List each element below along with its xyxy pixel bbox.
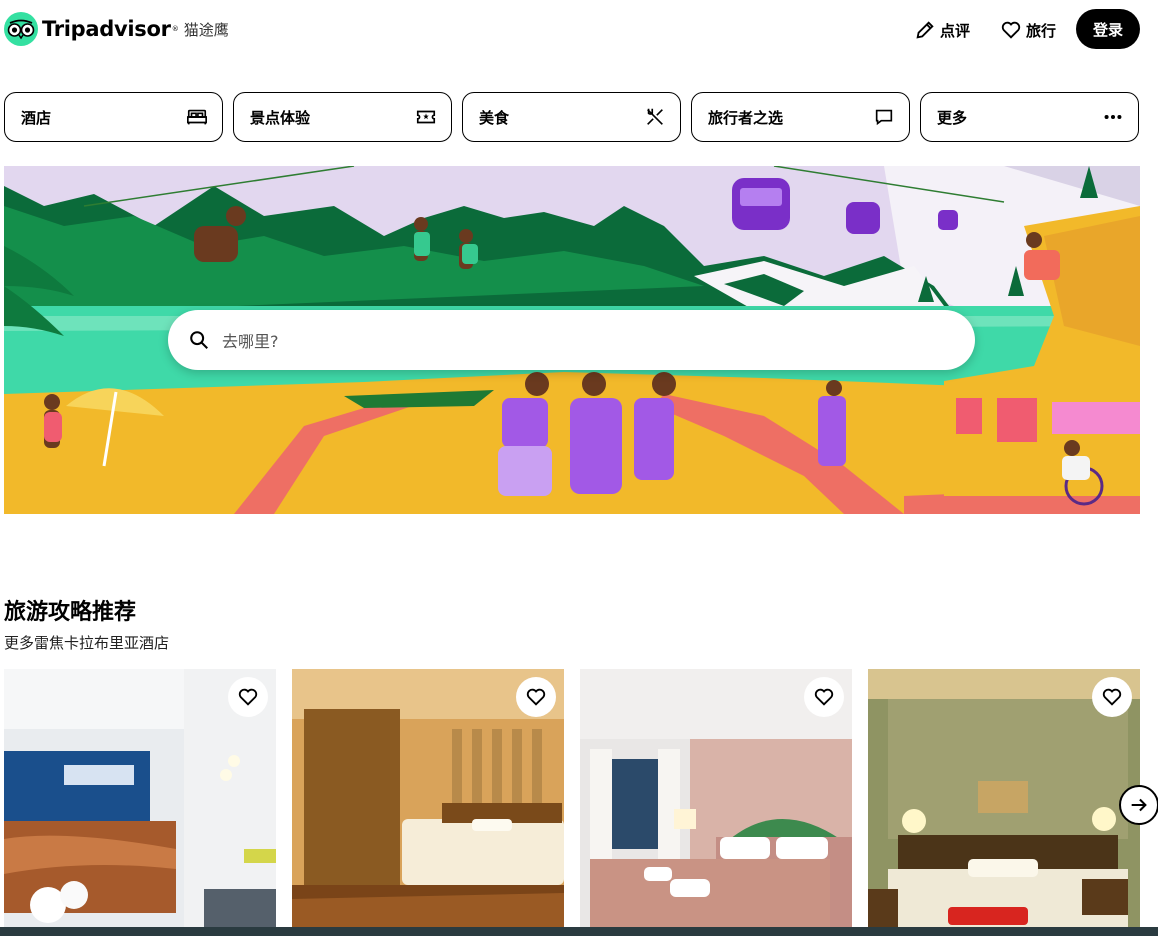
category-attractions-label: 景点体验 <box>250 108 311 127</box>
hero-banner: 去哪里? <box>4 166 1140 514</box>
hotel-card[interactable] <box>4 669 276 936</box>
section-title: 旅游攻略推荐 <box>4 600 137 625</box>
bed-icon <box>187 109 207 125</box>
category-restaurants-label: 美食 <box>479 108 510 127</box>
more-dots-icon <box>1104 114 1122 120</box>
hotel-card[interactable] <box>292 669 564 936</box>
trips-button[interactable]: 旅行 <box>1000 16 1056 44</box>
hotel-card[interactable] <box>580 669 852 936</box>
category-more[interactable]: 更多 <box>920 92 1139 142</box>
heart-icon <box>238 688 258 706</box>
arrow-right-icon <box>1131 798 1147 812</box>
heart-icon <box>526 688 546 706</box>
save-heart-button[interactable] <box>1092 677 1132 717</box>
category-hotels-label: 酒店 <box>21 108 52 127</box>
hotel-card[interactable] <box>868 669 1140 936</box>
heart-icon <box>814 688 834 706</box>
category-attractions[interactable]: 景点体验 <box>233 92 452 142</box>
trademark-mark: ® <box>171 25 179 33</box>
ticket-icon <box>416 110 436 124</box>
search-placeholder: 去哪里? <box>222 332 279 351</box>
carousel-next-button[interactable] <box>1119 785 1158 825</box>
heart-icon <box>1001 21 1021 39</box>
brand-name: Tripadvisor <box>42 17 171 41</box>
category-more-label: 更多 <box>937 108 968 127</box>
trips-label: 旅行 <box>1026 21 1057 40</box>
search-icon <box>190 331 208 349</box>
heart-icon <box>1102 688 1122 706</box>
section-subtitle[interactable]: 更多雷焦卡拉布里亚酒店 <box>4 632 169 653</box>
cutlery-icon <box>647 108 663 125</box>
owl-logo-icon <box>4 12 38 46</box>
bottom-bar <box>0 927 1158 936</box>
search-box[interactable]: 去哪里? <box>168 310 975 370</box>
category-travelers-choice-label: 旅行者之选 <box>708 108 784 127</box>
pencil-icon <box>916 21 934 39</box>
category-travelers-choice[interactable]: 旅行者之选 <box>691 92 910 142</box>
category-hotels[interactable]: 酒店 <box>4 92 223 142</box>
save-heart-button[interactable] <box>516 677 556 717</box>
brand-name-cn: 猫途鹰 <box>183 20 229 39</box>
tripadvisor-logo[interactable]: Tripadvisor ® 猫途鹰 <box>4 12 229 46</box>
save-heart-button[interactable] <box>228 677 268 717</box>
write-review-button[interactable]: 点评 <box>914 16 970 44</box>
speech-bubble-icon <box>875 109 893 126</box>
write-review-label: 点评 <box>940 21 971 40</box>
category-restaurants[interactable]: 美食 <box>462 92 681 142</box>
login-button[interactable]: 登录 <box>1076 9 1140 49</box>
header: Tripadvisor ® 猫途鹰 点评 旅行 登录 <box>0 0 1158 60</box>
save-heart-button[interactable] <box>804 677 844 717</box>
